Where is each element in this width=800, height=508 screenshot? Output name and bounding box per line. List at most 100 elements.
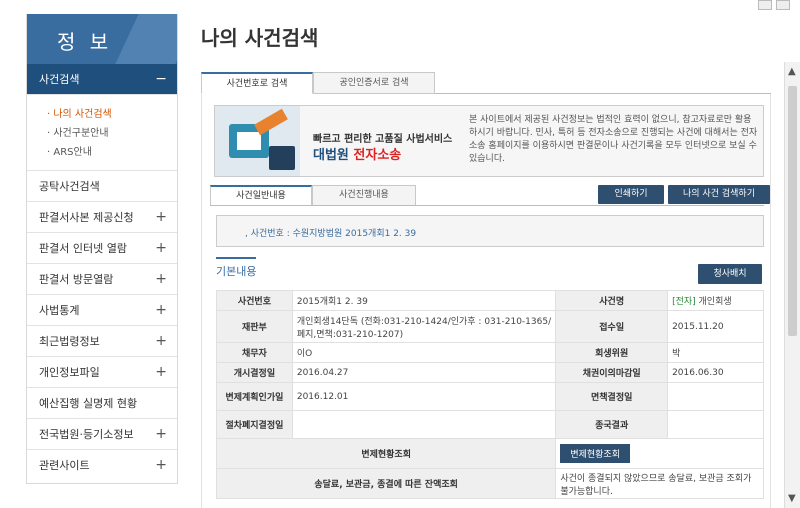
sidebar-item-related-sites[interactable]: 관련사이트 + [27,449,177,480]
sidebar-item-label: 판결서 인터넷 열람 [39,242,127,255]
collapse-icon: − [155,71,167,87]
value-case-name: [전자] 개인회생 [667,290,764,311]
expand-icon: + [155,333,167,349]
submenu-case-type-guide[interactable]: · 사건구분안내 [47,124,177,143]
expand-icon: + [155,364,167,380]
label-case-number: 사건번호 [216,290,293,311]
expand-icon: + [155,240,167,256]
expand-icon: + [155,302,167,318]
sidebar-title-decoration [115,14,177,64]
sidebar-item-recent-law[interactable]: 최근법령정보 + [27,325,177,356]
value-final-result [667,410,764,439]
table-row: 개시결정일 2016.04.27 채권이의마감일 2016.06.30 [216,362,764,383]
repayment-status-button[interactable]: 변제현황조회 [560,444,630,463]
scroll-thumb[interactable] [788,86,797,336]
table-row: 변제현황조회 변제현황조회 [215,438,764,469]
ecourt-banner[interactable]: 빠르고 편리한 고품질 사법서비스 대법원 전자소송 본 사이트에서 제공된 사… [214,105,764,177]
tab-case-progress[interactable]: 사건진행내용 [312,185,416,206]
label-objection-deadline: 채권이의마감일 [555,362,669,383]
table-row: 송달료, 보관금, 종결에 따른 잔액조회 사건이 종결되지 않았으므로 송달료… [215,468,764,499]
sub-tabs: 사건일반내용 사건진행내용 [210,185,416,206]
sidebar-item-label: 공탁사건검색 [39,180,100,193]
sidebar-item-deposit-search[interactable]: 공탁사건검색 [27,170,177,201]
print-button[interactable]: 인쇄하기 [598,185,664,204]
sidebar: 정 보 사건검색 − · 나의 사건검색 · 사건구분안내 · ARS안내 공탁… [26,14,178,484]
label-abolition-date: 절차폐지결정일 [216,410,293,439]
banner-illustration [215,106,300,176]
banner-brand-ecourt: 전자소송 [353,148,402,163]
banner-art-screen [237,132,261,150]
sidebar-item-privacy-file[interactable]: 개인정보파일 + [27,356,177,387]
value-abolition-date [291,410,557,439]
electronic-tag: [전자] [672,297,696,307]
scroll-up-icon[interactable]: ▲ [788,66,796,77]
submenu-ars-guide[interactable]: · ARS안내 [47,143,177,162]
value-plan-approval-date: 2016.12.01 [291,382,557,411]
section-title-basic: 기본내용 [216,257,257,279]
label-filing-date: 접수일 [555,310,669,343]
scroll-down-icon[interactable]: ▼ [788,493,796,504]
sidebar-item-judicial-stats[interactable]: 사법통계 + [27,294,177,325]
sidebar-item-label: 사법통계 [39,304,80,317]
table-row: 채무자 이O 회생위원 박 [216,342,764,363]
banner-tagline: 빠르고 편리한 고품질 사법서비스 [313,134,453,145]
sidebar-item-label: 사건검색 [39,73,80,86]
value-repayment-status: 변제현황조회 [555,438,764,469]
banner-description: 본 사이트에서 제공된 사건정보는 법적인 효력이 없으니, 참고자료로만 활용… [469,115,758,164]
sidebar-item-label: 판결서사본 제공신청 [39,211,134,224]
tab-certificate-search[interactable]: 공인인증서로 검색 [313,72,435,94]
value-trustee: 박 [667,342,764,363]
table-row: 변제계획인가일 2016.12.01 면책결정일 [216,382,764,411]
print-icon[interactable] [776,0,790,10]
table-row: 사건번호 2015개회1 2. 39 사건명 [전자] 개인회생 [216,290,764,311]
value-balance-inquiry: 사건이 종결되지 않았으므로 송달료, 보관금 조회가 불가능합니다. [555,468,764,499]
court-layout-button[interactable]: 청사배치 [698,264,762,284]
sidebar-item-judgment-online[interactable]: 판결서 인터넷 열람 + [27,232,177,263]
text-size-icon[interactable] [758,0,772,10]
sidebar-item-label: 최근법령정보 [39,335,100,348]
case-info-table: 사건번호 2015개회1 2. 39 사건명 [전자] 개인회생 재판부 개인회… [215,290,764,499]
sidebar-item-case-search[interactable]: 사건검색 − [27,64,177,94]
sidebar-item-budget[interactable]: 예산집행 실명제 현황 [27,387,177,418]
value-debtor: 이O [291,342,557,363]
value-case-number: 2015개회1 2. 39 [291,290,557,311]
sidebar-title: 정 보 [27,14,177,64]
sidebar-item-label: 전국법원·등기소정보 [39,428,134,441]
label-debtor: 채무자 [216,342,293,363]
sidebar-item-label: 관련사이트 [39,459,90,472]
main-tabs: 사건번호로 검색 공인인증서로 검색 [201,72,771,94]
sidebar-item-label: 예산집행 실명제 현황 [39,397,138,410]
label-plan-approval-date: 변제계획인가일 [216,382,293,411]
value-commencement-date: 2016.04.27 [291,362,557,383]
sidebar-item-judgment-visit[interactable]: 판결서 방문열람 + [27,263,177,294]
label-trustee: 회생위원 [555,342,669,363]
content-panel: 빠르고 편리한 고품질 사법서비스 대법원 전자소송 본 사이트에서 제공된 사… [201,94,771,508]
submenu-my-case-search[interactable]: · 나의 사건검색 [47,105,177,124]
expand-icon: + [155,271,167,287]
banner-brand-court: 대법원 [313,148,354,163]
value-discharge-date [667,382,764,411]
sidebar-item-label: 판결서 방문열람 [39,273,114,286]
sidebar-title-text: 정 보 [57,30,113,54]
case-number-box: , 사건번호 : 수원지방법원 2015개회1 2. 39 [216,215,764,247]
sidebar-item-label: 개인정보파일 [39,366,100,379]
expand-icon: + [155,426,167,442]
table-row: 재판부 개인회생14단독 (전화:031-210-1424/인가후 : 031-… [216,310,764,343]
banner-art-gavel [254,108,288,136]
label-case-name: 사건명 [555,290,669,311]
banner-brand: 대법원 전자소송 [313,144,401,163]
tab-case-number-search[interactable]: 사건번호로 검색 [201,72,313,94]
value-filing-date: 2015.11.20 [667,310,764,343]
sidebar-item-court-info[interactable]: 전국법원·등기소정보 + [27,418,177,449]
banner-art-book [269,146,295,170]
page-title: 나의 사건검색 [201,26,319,50]
case-name-text: 개인회생 [695,297,732,307]
sidebar-item-judgment-copy[interactable]: 판결서사본 제공신청 + [27,201,177,232]
label-balance-inquiry: 송달료, 보관금, 종결에 따른 잔액조회 [215,468,557,499]
tab-case-general[interactable]: 사건일반내용 [210,185,312,206]
expand-icon: + [155,457,167,473]
my-case-search-button[interactable]: 나의 사건 검색하기 [668,185,770,204]
vertical-scrollbar[interactable]: ▲ ▼ [784,62,800,508]
expand-icon: + [155,209,167,225]
label-final-result: 종국결과 [555,410,669,439]
